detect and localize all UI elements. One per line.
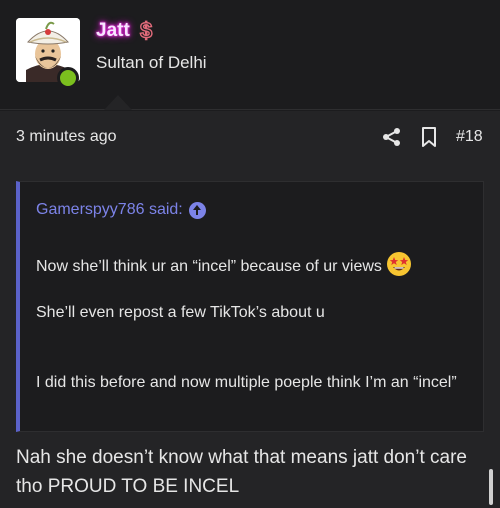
message-pointer-caret xyxy=(104,95,132,110)
post-timestamp[interactable]: 3 minutes ago xyxy=(16,128,117,146)
quote-line: Now she’ll think ur an “incel” because o… xyxy=(36,252,412,280)
dollar-icon: $ xyxy=(139,17,153,43)
quote-block: Gamerspyy786 said: Now she’ll think ur a… xyxy=(16,181,484,432)
quote-line-text: Now she’ll think ur an “incel” because o… xyxy=(36,258,382,276)
user-title: Sultan of Delhi xyxy=(96,53,207,72)
bookmark-icon[interactable] xyxy=(421,127,437,147)
quote-line: She’ll even repost a few TikTok’s about … xyxy=(36,304,325,321)
quote-author[interactable]: Gamerspyy786 said: xyxy=(36,201,183,218)
jump-to-quote-icon[interactable] xyxy=(188,201,206,219)
star-struck-emoji-icon xyxy=(386,252,411,276)
reply-text: Nah she doesn’t know what that means jat… xyxy=(16,447,467,497)
post-author-header: Jatt $ Sultan of Delhi xyxy=(0,0,500,110)
online-status-indicator xyxy=(57,67,79,89)
post-number-link[interactable]: #18 xyxy=(456,128,483,146)
quote-attribution[interactable]: Gamerspyy786 said: xyxy=(36,201,206,219)
share-icon[interactable] xyxy=(382,127,402,147)
quote-line: I did this before and now multiple poepl… xyxy=(36,374,457,391)
post-body: 3 minutes ago #18 Gamerspyy786 said: Now… xyxy=(0,111,500,508)
scrollbar[interactable] xyxy=(489,469,493,505)
username[interactable]: Jatt xyxy=(96,20,130,42)
